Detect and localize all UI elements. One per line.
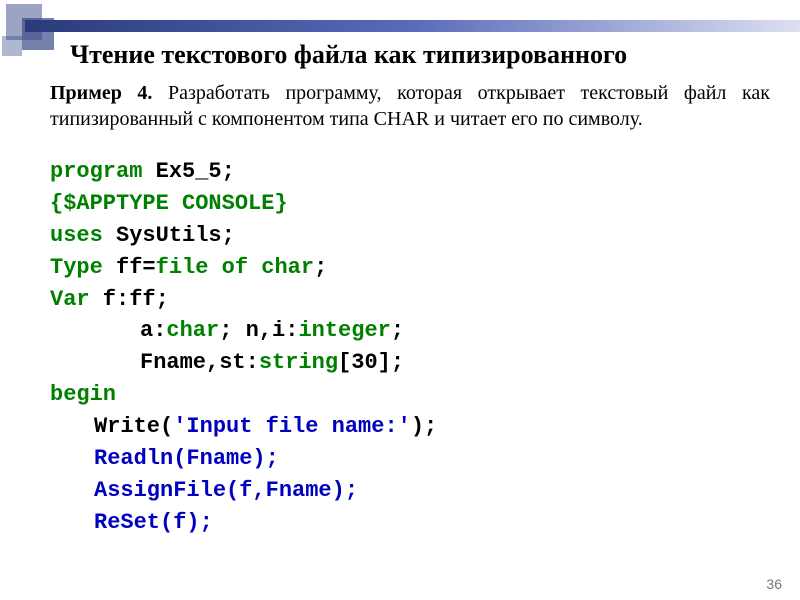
- page-number: 36: [766, 576, 782, 592]
- code-line: a:char; n,i:integer;: [50, 315, 790, 347]
- compiler-directive: {$APPTYPE CONSOLE}: [50, 191, 288, 216]
- example-body: Разработать программу, которая открывает…: [50, 82, 770, 130]
- code-text: AssignFile(f,Fname);: [94, 478, 358, 503]
- code-line: ReSet(f);: [50, 507, 790, 539]
- code-line: AssignFile(f,Fname);: [50, 475, 790, 507]
- code-text: );: [411, 414, 437, 439]
- code-line: Write('Input file name:');: [50, 411, 790, 443]
- keyword: file of char: [156, 255, 314, 280]
- code-text: Write(: [94, 414, 173, 439]
- code-text: ff=: [103, 255, 156, 280]
- code-text: ReSet(f);: [94, 510, 213, 535]
- code-text: Fname,st:: [140, 350, 259, 375]
- code-text: a:: [140, 318, 166, 343]
- deco-square: [2, 36, 22, 56]
- code-line: program Ex5_5;: [50, 156, 790, 188]
- code-text: ;: [391, 318, 404, 343]
- slide-title: Чтение текстового файла как типизированн…: [50, 40, 790, 70]
- code-text: [30];: [338, 350, 404, 375]
- code-text: Ex5_5;: [142, 159, 234, 184]
- code-text: ;: [314, 255, 327, 280]
- code-line: uses SysUtils;: [50, 220, 790, 252]
- code-line: begin: [50, 379, 790, 411]
- keyword: char: [166, 318, 219, 343]
- code-line: Var f:ff;: [50, 284, 790, 316]
- title-bar-gradient: [25, 20, 800, 32]
- code-line: {$APPTYPE CONSOLE}: [50, 188, 790, 220]
- keyword: Var: [50, 287, 90, 312]
- code-block: program Ex5_5; {$APPTYPE CONSOLE} uses S…: [50, 156, 790, 539]
- keyword: Type: [50, 255, 103, 280]
- example-lead: Пример 4.: [50, 82, 152, 104]
- example-text: Пример 4. Разработать программу, которая…: [50, 80, 790, 132]
- keyword: uses: [50, 223, 103, 248]
- code-line: Readln(Fname);: [50, 443, 790, 475]
- code-text: f:ff;: [90, 287, 169, 312]
- slide-content: Чтение текстового файла как типизированн…: [50, 40, 790, 590]
- code-line: Fname,st:string[30];: [50, 347, 790, 379]
- code-line: Type ff=file of char;: [50, 252, 790, 284]
- keyword: begin: [50, 382, 116, 407]
- code-text: ; n,i:: [219, 318, 298, 343]
- keyword: program: [50, 159, 142, 184]
- keyword: integer: [298, 318, 390, 343]
- keyword: string: [259, 350, 338, 375]
- code-text: Readln(Fname);: [94, 446, 279, 471]
- code-text: SysUtils;: [103, 223, 235, 248]
- string-literal: 'Input file name:': [173, 414, 411, 439]
